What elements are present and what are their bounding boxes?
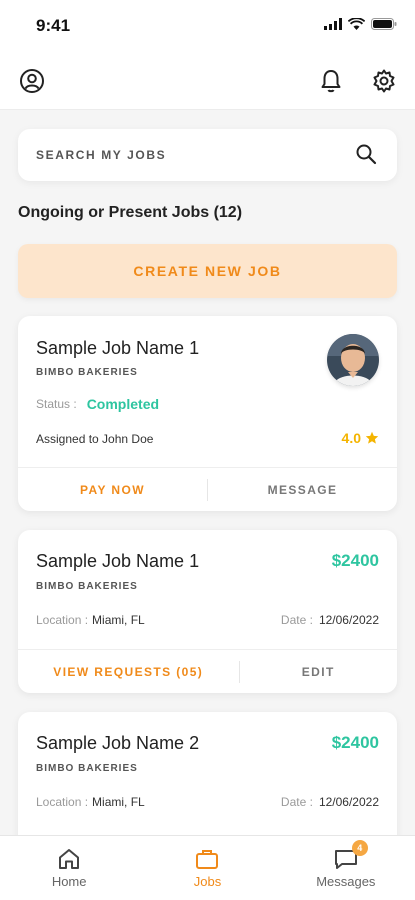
search-input[interactable]: SEARCH MY JOBS bbox=[18, 129, 397, 181]
location-row: Location : Miami, FL bbox=[36, 795, 145, 809]
status-row: Status : Completed bbox=[36, 396, 159, 412]
view-requests-button[interactable]: VIEW REQUESTS (05) bbox=[18, 665, 239, 679]
bell-icon[interactable] bbox=[318, 68, 344, 94]
location-label: Location : bbox=[36, 795, 89, 809]
create-new-job-label: CREATE NEW JOB bbox=[133, 263, 282, 279]
nav-messages-label: Messages bbox=[316, 874, 376, 889]
location-value: Miami, FL bbox=[92, 613, 145, 627]
edit-button[interactable]: EDIT bbox=[240, 665, 398, 679]
app-header bbox=[0, 50, 415, 110]
job-name: Sample Job Name 1 bbox=[36, 338, 200, 358]
nav-jobs-label: Jobs bbox=[193, 874, 222, 889]
rating-value: 4.0 bbox=[341, 430, 361, 446]
job-price: $2400 bbox=[331, 551, 379, 570]
avatar bbox=[327, 334, 379, 386]
job-card[interactable]: Sample Job Name 1 $2400 BIMBO BAKERIES L… bbox=[18, 530, 397, 693]
search-icon[interactable] bbox=[355, 143, 377, 165]
pay-now-button[interactable]: PAY NOW bbox=[18, 483, 207, 497]
card-actions: VIEW REQUESTS (05) EDIT bbox=[18, 649, 397, 693]
status-icons bbox=[324, 18, 397, 30]
job-price: $2400 bbox=[331, 733, 379, 752]
company-name: BIMBO BAKERIES bbox=[36, 581, 138, 592]
nav-home-label: Home bbox=[51, 874, 87, 889]
profile-icon[interactable] bbox=[19, 68, 45, 94]
status-time: 9:41 bbox=[36, 16, 71, 35]
date-row: Date : 12/06/2022 bbox=[281, 613, 379, 627]
location-value: Miami, FL bbox=[92, 795, 145, 809]
nav-home[interactable]: Home bbox=[0, 836, 138, 900]
bottom-nav: Home Jobs 4 Messages bbox=[0, 835, 415, 900]
rating: 4.0 bbox=[342, 430, 379, 446]
nav-messages[interactable]: 4 Messages bbox=[277, 836, 415, 900]
card-actions: PAY NOW MESSAGE bbox=[18, 467, 397, 511]
date-value: 12/06/2022 bbox=[318, 613, 379, 627]
job-name: Sample Job Name 2 bbox=[36, 733, 200, 753]
star-icon bbox=[365, 431, 379, 444]
battery-icon bbox=[371, 18, 397, 30]
message-count-badge: 4 bbox=[351, 840, 368, 856]
create-new-job-button[interactable]: CREATE NEW JOB bbox=[18, 244, 397, 298]
assigned-to: Assigned to John Doe bbox=[36, 432, 154, 446]
wifi-icon bbox=[348, 18, 365, 30]
location-label: Location : bbox=[36, 613, 89, 627]
home-icon bbox=[59, 849, 80, 869]
message-button[interactable]: MESSAGE bbox=[208, 483, 397, 497]
status-label: Status : bbox=[36, 397, 77, 411]
date-row: Date : 12/06/2022 bbox=[281, 795, 379, 809]
section-title: Ongoing or Present Jobs (12) bbox=[18, 204, 243, 221]
company-name: BIMBO BAKERIES bbox=[36, 367, 138, 378]
briefcase-icon bbox=[196, 850, 219, 869]
location-row: Location : Miami, FL bbox=[36, 613, 145, 627]
search-placeholder: SEARCH MY JOBS bbox=[36, 148, 167, 162]
gear-icon[interactable] bbox=[371, 68, 397, 94]
date-label: Date : bbox=[280, 613, 313, 627]
cellular-signal-icon bbox=[324, 18, 342, 30]
status-badge: Completed bbox=[86, 396, 160, 412]
status-bar: 9:41 bbox=[0, 0, 415, 50]
company-name: BIMBO BAKERIES bbox=[36, 763, 138, 774]
job-card[interactable]: Sample Job Name 1 BIMBO BAKERIES Status … bbox=[18, 316, 397, 511]
nav-jobs[interactable]: Jobs bbox=[138, 836, 276, 900]
person-photo-icon bbox=[327, 334, 379, 386]
date-value: 12/06/2022 bbox=[318, 795, 379, 809]
date-label: Date : bbox=[280, 795, 313, 809]
job-name: Sample Job Name 1 bbox=[36, 551, 200, 571]
